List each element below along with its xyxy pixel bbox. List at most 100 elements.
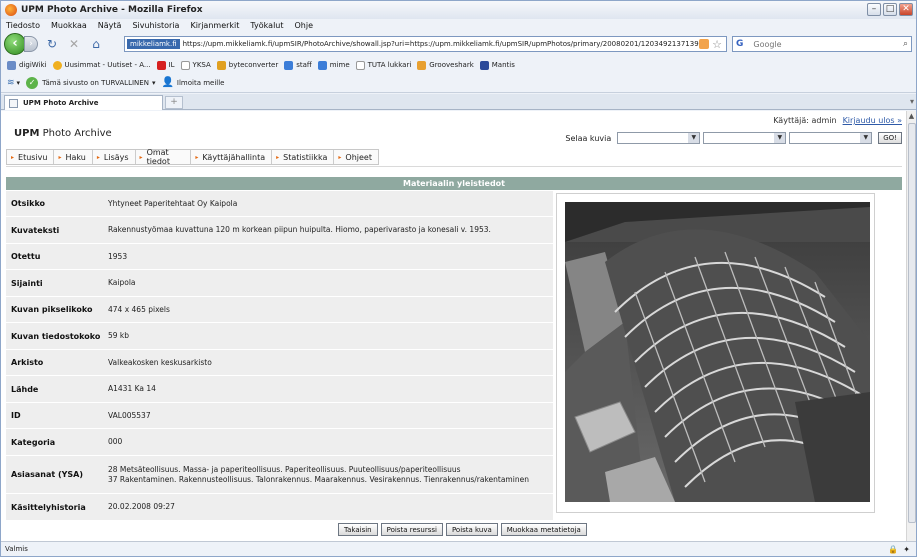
logout-link[interactable]: Kirjaudu ulos » xyxy=(843,116,902,125)
browser-window: UPM Photo Archive - Mozilla Firefox – □ … xyxy=(0,0,917,557)
edit-metadata-button[interactable]: Muokkaa metatietoja xyxy=(500,523,587,536)
page-content: Käyttäjä: admin Kirjaudu ulos » UPM Phot… xyxy=(1,111,906,541)
field-label: Asiasanat (YSA) xyxy=(11,470,84,479)
new-tab-button[interactable]: + xyxy=(165,96,183,109)
nav-haku[interactable]: ▸ Haku xyxy=(54,150,93,164)
status-bar: Valmis 🔒 ✦ xyxy=(1,541,916,556)
menu-kirjanmerkit[interactable]: Kirjanmerkit xyxy=(190,21,239,30)
delete-image-button[interactable]: Poista kuva xyxy=(445,523,498,536)
action-buttons: Takaisin Poista resurssi Poista kuva Muo… xyxy=(338,523,587,536)
table-row: Käsittelyhistoria 20.02.2008 09:27 xyxy=(6,494,553,521)
dropdown-arrow-icon: ▾ xyxy=(16,78,21,87)
site-navigation: ▸ Etusivu ▸ Haku ▸ Lisäys ▸ Omat tiedot ▸ Käy… xyxy=(6,148,379,166)
bookmark-il[interactable]: IL xyxy=(156,60,175,70)
minimize-button[interactable]: – xyxy=(867,3,881,16)
nav-ohjeet[interactable]: ▸ Ohjeet xyxy=(334,150,378,164)
menu-nayta[interactable]: Näytä xyxy=(98,21,122,30)
browse-select-3[interactable] xyxy=(789,132,873,144)
tab-list-icon[interactable]: ▾ xyxy=(910,97,914,106)
menu-tyokalut[interactable]: Työkalut xyxy=(250,21,283,30)
address-bar[interactable]: mikkeliamk.fi https://upm.mikkeliamk.fi/… xyxy=(124,36,727,52)
go-button[interactable]: GO! xyxy=(878,132,902,144)
user-info: Käyttäjä: admin Kirjaudu ulos » xyxy=(773,116,902,125)
tab-upm-photo-archive[interactable]: UPM Photo Archive xyxy=(4,95,163,110)
url-text[interactable]: https://upm.mikkeliamk.fi/upmSIR/PhotoAr… xyxy=(183,40,700,48)
bookmark-staff[interactable]: staff xyxy=(284,60,312,70)
home-icon[interactable]: ⌂ xyxy=(88,36,104,52)
bookmark-label: digiWiki xyxy=(19,61,47,69)
field-value: 1953 xyxy=(108,251,128,261)
vertical-scrollbar[interactable]: ▲ xyxy=(906,111,916,541)
bookmark-byteconverter[interactable]: byteconverter xyxy=(216,60,278,70)
safety-indicator[interactable]: ✓ Tämä sivusto on TURVALLINEN ▾ xyxy=(26,76,156,89)
table-row: Kategoria 000 xyxy=(6,429,553,456)
field-value: 28 Metsäteollisuus. Massa- ja paperiteol… xyxy=(103,465,553,485)
back-action-button[interactable]: Takaisin xyxy=(338,523,378,536)
bookmark-digiwiki[interactable]: digiWiki xyxy=(7,60,47,70)
mantis-icon xyxy=(479,60,489,70)
page-icon xyxy=(180,60,190,70)
nav-label: Statistiikka xyxy=(283,152,328,162)
field-value: 000 xyxy=(108,437,123,446)
site-identity[interactable]: mikkeliamk.fi xyxy=(127,39,180,49)
nav-label: Lisäys xyxy=(103,152,129,162)
nav-lisays[interactable]: ▸ Lisäys xyxy=(93,150,136,164)
nav-label: Haku xyxy=(65,152,86,162)
search-input[interactable] xyxy=(753,39,884,49)
google-icon[interactable]: G xyxy=(736,39,743,49)
divider xyxy=(6,166,902,167)
nav-kayttajahallinta[interactable]: ▸ Käyttäjähallinta xyxy=(191,150,273,164)
nav-etusivu[interactable]: ▸ Etusivu xyxy=(7,150,55,164)
field-label: Kuvan tiedostokoko xyxy=(11,331,101,341)
field-value: Rakennustyömaa kuvattuna 120 m korkean p… xyxy=(108,225,491,234)
archive-photo[interactable] xyxy=(565,202,870,502)
dropdown-arrow-icon: ▾ xyxy=(151,78,156,87)
arrow-icon: ▸ xyxy=(338,153,342,161)
keywords-line: 37 Rakentaminen. Rakennusteollisuus. Tal… xyxy=(108,474,529,484)
nav-omat-tiedot[interactable]: ▸ Omat tiedot xyxy=(136,148,192,166)
close-window-button[interactable]: ✕ xyxy=(899,3,913,16)
table-row: Kuvateksti Rakennustyömaa kuvattuna 120 m… xyxy=(6,217,553,244)
bookmark-label: IL xyxy=(168,61,175,69)
field-label: Lähde xyxy=(11,384,39,394)
bookmark-label: staff xyxy=(296,61,312,69)
rss-icon[interactable] xyxy=(699,39,710,49)
bookmark-label: mime xyxy=(329,61,350,69)
menu-ohje[interactable]: Ohje xyxy=(295,21,314,30)
lock-icon[interactable]: 🔒 xyxy=(888,545,898,554)
bookmark-star-icon[interactable]: ☆ xyxy=(712,38,722,51)
bookmark-uusimmat[interactable]: Uusimmat - Uutiset - A... xyxy=(52,60,151,70)
delete-resource-button[interactable]: Poista resurssi xyxy=(380,523,443,536)
chart-icon xyxy=(317,60,327,70)
browse-select-2[interactable] xyxy=(703,132,787,144)
report-button[interactable]: 👤 Ilmoita meille xyxy=(161,77,224,88)
search-icon[interactable]: ⌕ xyxy=(903,39,908,49)
wot-menu[interactable]: ≋ ▾ xyxy=(7,78,20,88)
browse-select-1[interactable] xyxy=(617,132,701,144)
safety-text: Tämä sivusto on TURVALLINEN xyxy=(42,78,149,87)
scroll-up-icon[interactable]: ▲ xyxy=(907,111,916,121)
bookmark-mime[interactable]: mime xyxy=(317,60,350,70)
check-icon: ✓ xyxy=(26,76,39,89)
table-row: ID VAL005537 xyxy=(6,403,553,429)
back-button[interactable]: ‹ xyxy=(4,33,26,55)
stop-icon[interactable]: ✕ xyxy=(66,36,82,52)
bookmark-grooveshark[interactable]: Grooveshark xyxy=(417,60,474,70)
bookmark-yksa[interactable]: YKSA xyxy=(180,60,211,70)
menu-muokkaa[interactable]: Muokkaa xyxy=(51,21,87,30)
photo-frame xyxy=(556,193,875,513)
forward-button[interactable]: › xyxy=(24,36,38,52)
field-value: Valkeakosken keskusarkisto xyxy=(108,357,212,367)
search-box[interactable]: G ⌕ xyxy=(732,36,912,52)
converter-icon xyxy=(216,60,226,70)
nav-statistiikka[interactable]: ▸ Statistiikka xyxy=(272,150,335,164)
addon-icon[interactable]: ✦ xyxy=(903,545,910,554)
menu-sivuhistoria[interactable]: Sivuhistoria xyxy=(132,21,179,30)
reload-icon[interactable]: ↻ xyxy=(44,36,60,52)
bookmark-mantis[interactable]: Mantis xyxy=(479,60,515,70)
scroll-thumb[interactable] xyxy=(908,123,916,523)
menu-tiedosto[interactable]: Tiedosto xyxy=(6,21,40,30)
bookmark-tuta-lukkari[interactable]: TUTA lukkari xyxy=(355,60,411,70)
field-value: 474 x 465 pixels xyxy=(108,304,170,314)
maximize-button[interactable]: □ xyxy=(883,3,897,16)
